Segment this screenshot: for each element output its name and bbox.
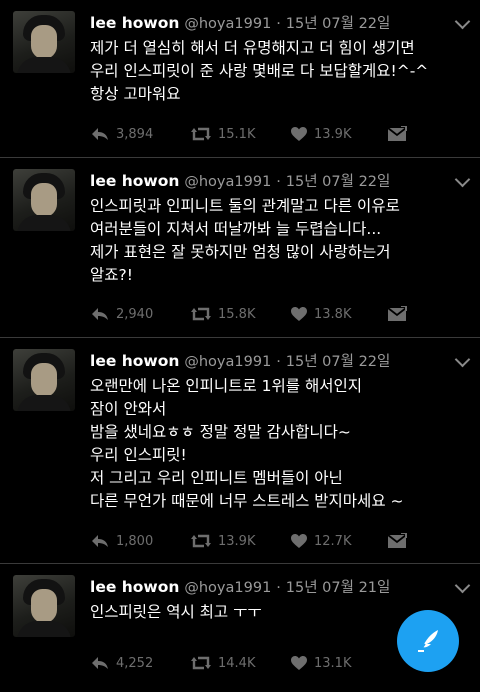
tweet-text: 제가 더 열심히 해서 더 유명해지고 더 힘이 생기면 우리 인스피릿이 준 … (90, 37, 470, 106)
like-button[interactable]: 13.8K (290, 304, 351, 324)
retweet-button[interactable]: 15.1K (190, 124, 255, 144)
tweet-date[interactable]: 15년 07월 22일 (286, 16, 391, 32)
retweet-icon (191, 127, 211, 141)
author-name[interactable]: lee howon (90, 352, 179, 370)
retweet-count: 15.8K (218, 306, 256, 322)
heart-icon (291, 534, 307, 548)
tweet-line: 알죠?! (90, 266, 133, 284)
tweet-actions: 1,800 13.9K 12.7K (90, 531, 480, 551)
like-count: 13.8K (314, 306, 352, 322)
tweet-line: 제가 더 열심히 해서 더 유명해지고 더 힘이 생기면 (90, 39, 415, 57)
tweet-line: 다른 무언가 때문에 너무 스트레스 받지마세요 ~ (90, 492, 404, 510)
retweet-count: 13.9K (218, 533, 256, 549)
like-button[interactable]: 13.9K (290, 124, 351, 144)
tweet[interactable]: lee howon @hoya1991 · 15년 07월 22일 제가 더 열… (0, 0, 480, 158)
author-name[interactable]: lee howon (90, 578, 179, 596)
envelope-icon (387, 306, 407, 321)
retweet-count: 14.4K (218, 655, 256, 671)
like-button[interactable]: 13.1K (290, 653, 351, 673)
author-handle[interactable]: @hoya1991 (184, 354, 271, 370)
tweet-line: 우리 인스피릿! (90, 446, 187, 464)
dm-share-button[interactable] (387, 304, 407, 324)
like-count: 13.9K (314, 126, 352, 142)
chevron-down-icon[interactable] (454, 13, 471, 30)
author-handle[interactable]: @hoya1991 (184, 16, 271, 32)
retweet-button[interactable]: 15.8K (190, 304, 255, 324)
chevron-down-icon[interactable] (454, 577, 471, 594)
heart-icon (291, 656, 307, 670)
tweet-line: 제가 표현은 잘 못하지만 엄청 많이 사랑하는거 (90, 243, 391, 261)
tweet-actions: 3,894 15.1K 13.9K (90, 124, 480, 144)
tweet-line: 인스피릿과 인피니트 둘의 관계말고 다른 이유로 (90, 197, 400, 215)
tweet-line: 항상 고마워요 (90, 85, 181, 103)
separator: · (276, 174, 281, 190)
reply-button[interactable]: 1,800 (90, 531, 153, 551)
avatar[interactable] (13, 169, 75, 231)
chevron-down-icon[interactable] (454, 351, 471, 368)
like-count: 12.7K (314, 533, 352, 549)
compose-tweet-button[interactable] (397, 610, 459, 672)
tweet[interactable]: lee howon @hoya1991 · 15년 07월 22일 인스피릿과 … (0, 158, 480, 338)
retweet-count: 15.1K (218, 126, 256, 142)
chevron-down-icon[interactable] (454, 171, 471, 188)
compose-feather-icon (418, 630, 438, 653)
reply-button[interactable]: 3,894 (90, 124, 153, 144)
separator: · (276, 354, 281, 370)
tweet-header: lee howon @hoya1991 · 15년 07월 22일 (90, 171, 390, 192)
retweet-icon (191, 656, 211, 670)
heart-icon (291, 307, 307, 321)
avatar[interactable] (13, 575, 75, 637)
tweet-line: 오랜만에 나온 인피니트로 1위를 해서인지 (90, 377, 362, 395)
dm-share-button[interactable] (387, 124, 407, 144)
tweet-header: lee howon @hoya1991 · 15년 07월 22일 (90, 351, 390, 372)
retweet-icon (191, 307, 211, 321)
reply-icon (92, 128, 108, 140)
tweet[interactable]: lee howon @hoya1991 · 15년 07월 22일 오랜만에 나… (0, 338, 480, 564)
retweet-button[interactable]: 14.4K (190, 653, 255, 673)
tweet-text: 인스피릿과 인피니트 둘의 관계말고 다른 이유로 여러분들이 지쳐서 떠날까봐… (90, 195, 470, 287)
author-name[interactable]: lee howon (90, 172, 179, 190)
heart-icon (291, 127, 307, 141)
separator: · (276, 16, 281, 32)
reply-icon (92, 308, 108, 320)
author-handle[interactable]: @hoya1991 (184, 580, 271, 596)
reply-count: 3,894 (116, 126, 154, 142)
tweet-actions: 2,940 15.8K 13.8K (90, 304, 480, 324)
reply-icon (92, 535, 108, 547)
envelope-icon (387, 126, 407, 141)
dm-share-button[interactable] (387, 531, 407, 551)
tweet-date[interactable]: 15년 07월 22일 (286, 354, 391, 370)
tweet-line: 저 그리고 우리 인피니트 멤버들이 아닌 (90, 469, 343, 487)
tweet-date[interactable]: 15년 07월 21일 (286, 580, 391, 596)
tweet-line: 밤을 샜네요ㅎㅎ 정말 정말 감사합니다~ (90, 423, 351, 441)
tweet-line: 우리 인스피릿이 준 사랑 몇배로 다 보답할게요!^-^ (90, 62, 429, 80)
tweet-line: 여러분들이 지쳐서 떠날까봐 늘 두렵습니다... (90, 220, 382, 238)
reply-count: 4,252 (116, 655, 154, 671)
tweet-header: lee howon @hoya1991 · 15년 07월 21일 (90, 577, 390, 598)
reply-button[interactable]: 4,252 (90, 653, 153, 673)
author-handle[interactable]: @hoya1991 (184, 174, 271, 190)
envelope-icon (387, 533, 407, 548)
reply-count: 2,940 (116, 306, 154, 322)
tweet-date[interactable]: 15년 07월 22일 (286, 174, 391, 190)
like-button[interactable]: 12.7K (290, 531, 351, 551)
avatar[interactable] (13, 11, 75, 73)
avatar[interactable] (13, 349, 75, 411)
like-count: 13.1K (314, 655, 352, 671)
separator: · (276, 580, 281, 596)
author-name[interactable]: lee howon (90, 14, 179, 32)
tweet-line: 잠이 안와서 (90, 400, 167, 418)
reply-icon (92, 657, 108, 669)
retweet-button[interactable]: 13.9K (190, 531, 255, 551)
retweet-icon (191, 534, 211, 548)
tweet-text: 오랜만에 나온 인피니트로 1위를 해서인지 잠이 안와서 밤을 샜네요ㅎㅎ 정… (90, 375, 470, 513)
tweet-header: lee howon @hoya1991 · 15년 07월 22일 (90, 13, 390, 34)
reply-count: 1,800 (116, 533, 154, 549)
reply-button[interactable]: 2,940 (90, 304, 153, 324)
